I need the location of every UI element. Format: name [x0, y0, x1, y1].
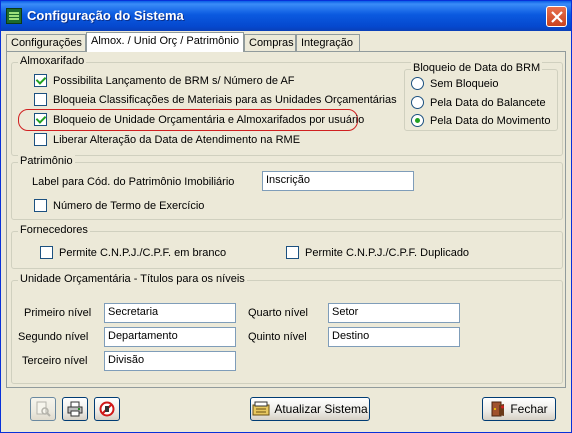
checkbox-row-lancamento-brm[interactable]: Possibilita Lançamento de BRM s/ Número … [34, 74, 295, 87]
configuration-window: Configuração do Sistema Configurações Al… [0, 0, 572, 433]
radio-row-data-movimento[interactable]: Pela Data do Movimento [411, 114, 550, 127]
print-preview-icon [36, 401, 51, 417]
checkbox-label: Bloqueio de Unidade Orçamentária e Almox… [53, 113, 365, 126]
label-terceiro-nivel: Terceiro nível [22, 355, 88, 367]
radio-sem-bloqueio[interactable] [411, 77, 424, 90]
exit-door-icon [491, 401, 505, 417]
checkbox-label: Permite C.N.P.J./C.P.F. Duplicado [305, 246, 470, 259]
radio-data-movimento[interactable] [411, 114, 424, 127]
group-unidade-orcamentaria: Unidade Orçamentária - Títulos para os n… [11, 273, 563, 384]
segundo-nivel-input[interactable]: Departamento [104, 327, 236, 347]
label-cod-patrimonio: Label para Cód. do Patrimônio Imobiliári… [32, 176, 235, 188]
tab-almox-unid-patrimonio[interactable]: Almox. / Unid Orç / Patrimônio [86, 32, 244, 52]
checkbox-row-cnpj-duplicado[interactable]: Permite C.N.P.J./C.P.F. Duplicado [286, 246, 469, 259]
label-quarto-nivel: Quarto nível [248, 307, 308, 319]
label-segundo-nivel: Segundo nível [18, 331, 89, 343]
group-title-patrimonio: Patrimônio [18, 155, 75, 167]
checkbox-row-bloqueia-classificacoes[interactable]: Bloqueia Classificações de Materiais par… [34, 93, 397, 106]
group-patrimonio: Patrimônio Label para Cód. do Patrimônio… [11, 155, 563, 220]
checkbox-row-numero-termo[interactable]: Número de Termo de Exercício [34, 199, 204, 212]
group-almoxarifado: Almoxarifado Possibilita Lançamento de B… [11, 55, 563, 156]
checkbox-cnpj-branco[interactable] [40, 246, 53, 259]
printer-icon [67, 401, 83, 417]
group-fornecedores: Fornecedores Permite C.N.P.J./C.P.F. em … [11, 224, 563, 269]
radio-label: Sem Bloqueio [430, 77, 499, 90]
radio-data-balancete[interactable] [411, 96, 424, 109]
radio-row-sem-bloqueio[interactable]: Sem Bloqueio [411, 77, 499, 90]
radio-label: Pela Data do Movimento [430, 114, 551, 127]
group-title-fornecedores: Fornecedores [18, 224, 90, 236]
group-title-almoxarifado: Almoxarifado [18, 55, 87, 67]
tab-integracao[interactable]: Integração [296, 34, 360, 51]
fechar-button[interactable]: Fechar [482, 397, 556, 421]
checkbox-label: Permite C.N.P.J./C.P.F. em branco [59, 246, 227, 259]
checkbox-label: Número de Termo de Exercício [53, 199, 205, 212]
fechar-label: Fechar [510, 402, 548, 416]
close-icon [551, 11, 563, 23]
terceiro-nivel-input[interactable]: Divisão [104, 351, 236, 371]
checkbox-numero-termo[interactable] [34, 199, 47, 212]
checkbox-liberar-alteracao[interactable] [34, 133, 47, 146]
title-bar[interactable]: Configuração do Sistema [1, 1, 571, 31]
primeiro-nivel-input[interactable]: Secretaria [104, 303, 236, 323]
checkbox-cnpj-duplicado[interactable] [286, 246, 299, 259]
inscricao-input[interactable]: Inscrição [262, 171, 414, 191]
checkbox-bloqueia-classificacoes[interactable] [34, 93, 47, 106]
no-entry-icon [99, 401, 115, 417]
print-preview-button[interactable] [30, 397, 56, 421]
checkbox-row-cnpj-branco[interactable]: Permite C.N.P.J./C.P.F. em branco [40, 246, 226, 259]
app-icon [6, 8, 22, 24]
checkbox-label: Bloqueia Classificações de Materiais par… [53, 93, 397, 106]
group-title-bloqueio: Bloqueio de Data do BRM [411, 62, 543, 74]
label-quinto-nivel: Quinto nível [248, 331, 307, 343]
checkbox-lancamento-brm[interactable] [34, 74, 47, 87]
window-title: Configuração do Sistema [27, 8, 184, 23]
cancel-red-button[interactable] [94, 397, 120, 421]
checkbox-row-bloqueio-unidade[interactable]: Bloqueio de Unidade Orçamentária e Almox… [34, 113, 364, 126]
atualizar-sistema-label: Atualizar Sistema [274, 402, 368, 416]
group-title-unidade: Unidade Orçamentária - Títulos para os n… [18, 273, 247, 285]
label-primeiro-nivel: Primeiro nível [24, 307, 92, 319]
radio-row-data-balancete[interactable]: Pela Data do Balancete [411, 96, 546, 109]
tab-compras[interactable]: Compras [244, 34, 296, 51]
radio-label: Pela Data do Balancete [430, 96, 546, 109]
quarto-nivel-input[interactable]: Setor [328, 303, 460, 323]
tab-configuracoes[interactable]: Configurações [6, 34, 86, 51]
atualizar-sistema-button[interactable]: Atualizar Sistema [250, 397, 370, 421]
tab-panel: Almoxarifado Possibilita Lançamento de B… [6, 51, 566, 388]
quinto-nivel-input[interactable]: Destino [328, 327, 460, 347]
checkbox-bloqueio-unidade[interactable] [34, 113, 47, 126]
checkbox-row-liberar-alteracao[interactable]: Liberar Alteração da Data de Atendimento… [34, 133, 300, 146]
checkbox-label: Liberar Alteração da Data de Atendimento… [53, 133, 301, 146]
database-update-icon [252, 401, 270, 416]
checkbox-label: Possibilita Lançamento de BRM s/ Número … [53, 74, 295, 87]
group-bloqueio-data-brm: Bloqueio de Data do BRM Sem Bloqueio Pel… [404, 62, 558, 131]
close-button[interactable] [546, 6, 567, 27]
print-button[interactable] [62, 397, 88, 421]
